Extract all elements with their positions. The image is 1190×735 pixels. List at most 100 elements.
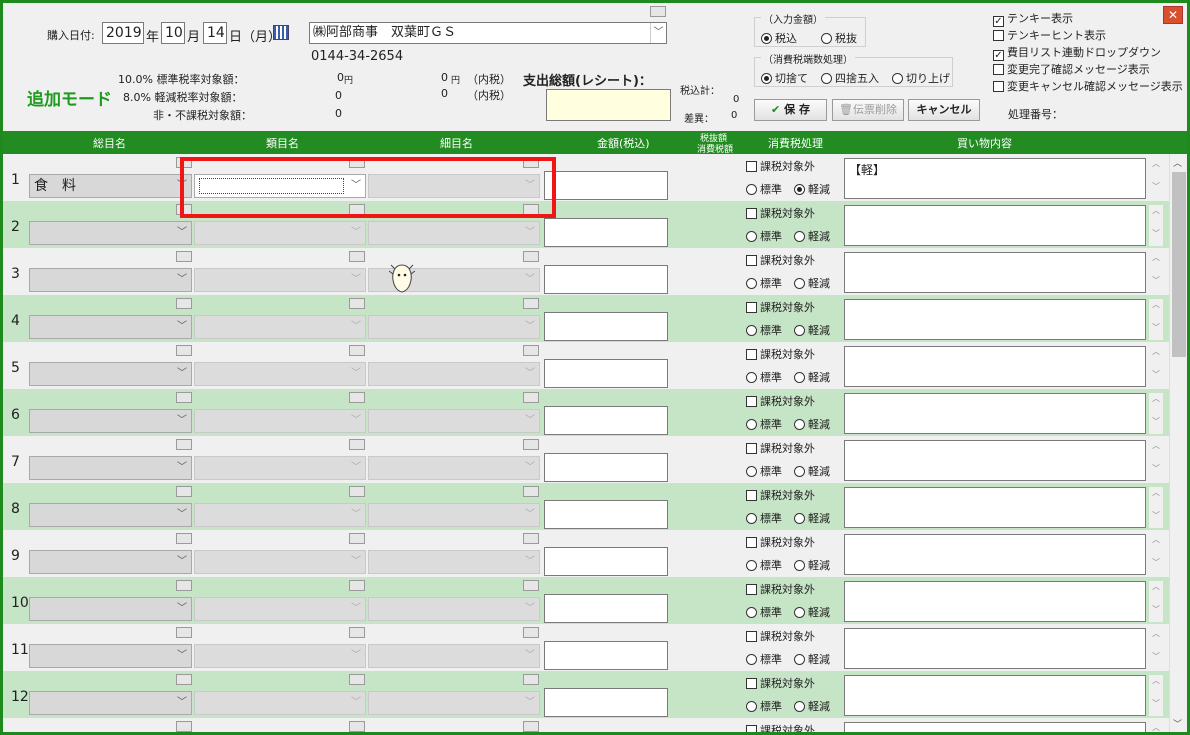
amount-input[interactable] [544, 688, 668, 717]
memo-scrollbar[interactable]: ︿﹀ [1149, 722, 1163, 732]
year-input[interactable]: 2019 [102, 22, 144, 44]
major-mini-button[interactable] [176, 674, 192, 685]
detail-select[interactable]: ﹀ [368, 362, 540, 386]
memo-scrollbar[interactable]: ︿﹀ [1149, 675, 1163, 716]
radio-reduced[interactable]: 軽減 [794, 181, 830, 197]
delete-button[interactable]: 🗑伝票削除 [832, 99, 904, 121]
category-select[interactable]: ﹀ [194, 221, 366, 245]
detail-select[interactable]: ﹀ [368, 644, 540, 668]
exempt-checkbox[interactable]: 課税対象外 [746, 346, 815, 362]
cancel-button[interactable]: キャンセル [908, 99, 980, 121]
memo-scrollbar[interactable]: ︿﹀ [1149, 205, 1163, 246]
category-select[interactable]: ﹀ [194, 268, 366, 292]
radio-standard[interactable]: 標準 [746, 463, 782, 479]
exempt-checkbox[interactable]: 課税対象外 [746, 252, 815, 268]
amount-input[interactable] [544, 265, 668, 294]
scroll-down-icon[interactable]: ﹀ [1149, 698, 1163, 709]
major-select[interactable]: ﹀ [29, 644, 192, 668]
scroll-up-icon[interactable]: ︿ [1149, 393, 1163, 404]
memo-scrollbar[interactable]: ︿﹀ [1149, 346, 1163, 387]
scroll-up-icon[interactable]: ︿ [1149, 299, 1163, 310]
detail-mini-button[interactable] [523, 674, 539, 685]
detail-mini-button[interactable] [523, 486, 539, 497]
major-select[interactable]: ﹀ [29, 221, 192, 245]
memo-scrollbar[interactable]: ︿﹀ [1149, 393, 1163, 434]
category-mini-button[interactable] [349, 627, 365, 638]
close-icon[interactable]: ✕ [1163, 6, 1183, 24]
memo-scrollbar[interactable]: ︿﹀ [1149, 487, 1163, 528]
memo-scrollbar[interactable]: ︿﹀ [1149, 581, 1163, 622]
amount-input[interactable] [544, 500, 668, 529]
radio-standard[interactable]: 標準 [746, 275, 782, 291]
amount-input[interactable] [544, 218, 668, 247]
opt-confirm-done[interactable]: 変更完了確認メッセージ表示 [993, 61, 1150, 77]
scroll-down-icon[interactable]: ﹀ [1149, 463, 1163, 474]
detail-mini-button[interactable] [523, 533, 539, 544]
memo-textarea[interactable] [844, 534, 1146, 575]
radio-round-half[interactable]: 四捨五入 [821, 70, 879, 86]
radio-reduced[interactable]: 軽減 [794, 604, 830, 620]
category-mini-button[interactable] [349, 251, 365, 262]
radio-reduced[interactable]: 軽減 [794, 510, 830, 526]
amount-input[interactable] [544, 171, 668, 200]
major-mini-button[interactable] [176, 439, 192, 450]
radio-standard[interactable]: 標準 [746, 322, 782, 338]
major-mini-button[interactable] [176, 251, 192, 262]
radio-standard[interactable]: 標準 [746, 228, 782, 244]
scroll-down-icon[interactable]: ﹀ [1149, 510, 1163, 521]
category-mini-button[interactable] [349, 580, 365, 591]
amount-input[interactable] [544, 547, 668, 576]
scroll-down-icon[interactable]: ﹀ [1149, 416, 1163, 427]
memo-scrollbar[interactable]: ︿﹀ [1149, 440, 1163, 481]
radio-standard[interactable]: 標準 [746, 651, 782, 667]
store-mini-button[interactable] [650, 6, 666, 17]
memo-textarea[interactable] [844, 346, 1146, 387]
scroll-down-icon[interactable]: ﹀ [1149, 369, 1163, 380]
radio-standard[interactable]: 標準 [746, 510, 782, 526]
radio-standard[interactable]: 標準 [746, 604, 782, 620]
major-select[interactable]: ﹀ [29, 362, 192, 386]
radio-reduced[interactable]: 軽減 [794, 369, 830, 385]
radio-round-up[interactable]: 切り上げ [892, 70, 950, 86]
radio-reduced[interactable]: 軽減 [794, 557, 830, 573]
major-select[interactable]: ﹀ [29, 456, 192, 480]
radio-reduced[interactable]: 軽減 [794, 228, 830, 244]
detail-select[interactable]: ﹀ [368, 503, 540, 527]
detail-mini-button[interactable] [523, 345, 539, 356]
memo-textarea[interactable] [844, 205, 1146, 246]
category-select[interactable]: ﹀ [194, 691, 366, 715]
category-select[interactable]: ﹀ [194, 409, 366, 433]
category-mini-button[interactable] [349, 674, 365, 685]
radio-round-down[interactable]: 切捨て [761, 70, 808, 86]
memo-scrollbar[interactable]: ︿﹀ [1149, 299, 1163, 340]
detail-select[interactable]: ﹀ [368, 691, 540, 715]
detail-mini-button[interactable] [523, 298, 539, 309]
opt-confirm-cancel[interactable]: 変更キャンセル確認メッセージ表示 [993, 78, 1183, 94]
major-mini-button[interactable] [176, 392, 192, 403]
detail-mini-button[interactable] [523, 392, 539, 403]
scroll-up-icon[interactable]: ︿ [1149, 158, 1163, 169]
major-select[interactable]: ﹀ [29, 409, 192, 433]
month-input[interactable]: 10 [161, 22, 185, 44]
scroll-up-icon[interactable]: ︿ [1149, 440, 1163, 451]
amount-input[interactable] [544, 312, 668, 341]
category-select[interactable]: ﹀ [194, 456, 366, 480]
amount-input[interactable] [544, 594, 668, 623]
memo-textarea[interactable] [844, 487, 1146, 528]
exempt-checkbox[interactable]: 課税対象外 [746, 440, 815, 456]
save-button[interactable]: ✔ 保 存 [754, 99, 827, 121]
category-mini-button[interactable] [349, 439, 365, 450]
category-select[interactable]: ﹀ [194, 644, 366, 668]
detail-mini-button[interactable] [523, 251, 539, 262]
detail-select[interactable]: ﹀ [368, 597, 540, 621]
major-mini-button[interactable] [176, 533, 192, 544]
vertical-scrollbar[interactable]: ︿ ﹀ [1169, 154, 1187, 732]
exempt-checkbox[interactable]: 課税対象外 [746, 628, 815, 644]
scroll-up-icon[interactable]: ︿ [1149, 346, 1163, 357]
scroll-down-icon[interactable]: ﹀ [1149, 557, 1163, 568]
scroll-up-icon[interactable]: ︿ [1149, 675, 1163, 686]
scroll-up-icon[interactable]: ︿ [1149, 205, 1163, 216]
exempt-checkbox[interactable]: 課税対象外 [746, 299, 815, 315]
major-mini-button[interactable] [176, 486, 192, 497]
scroll-up-icon[interactable]: ︿ [1173, 156, 1182, 169]
